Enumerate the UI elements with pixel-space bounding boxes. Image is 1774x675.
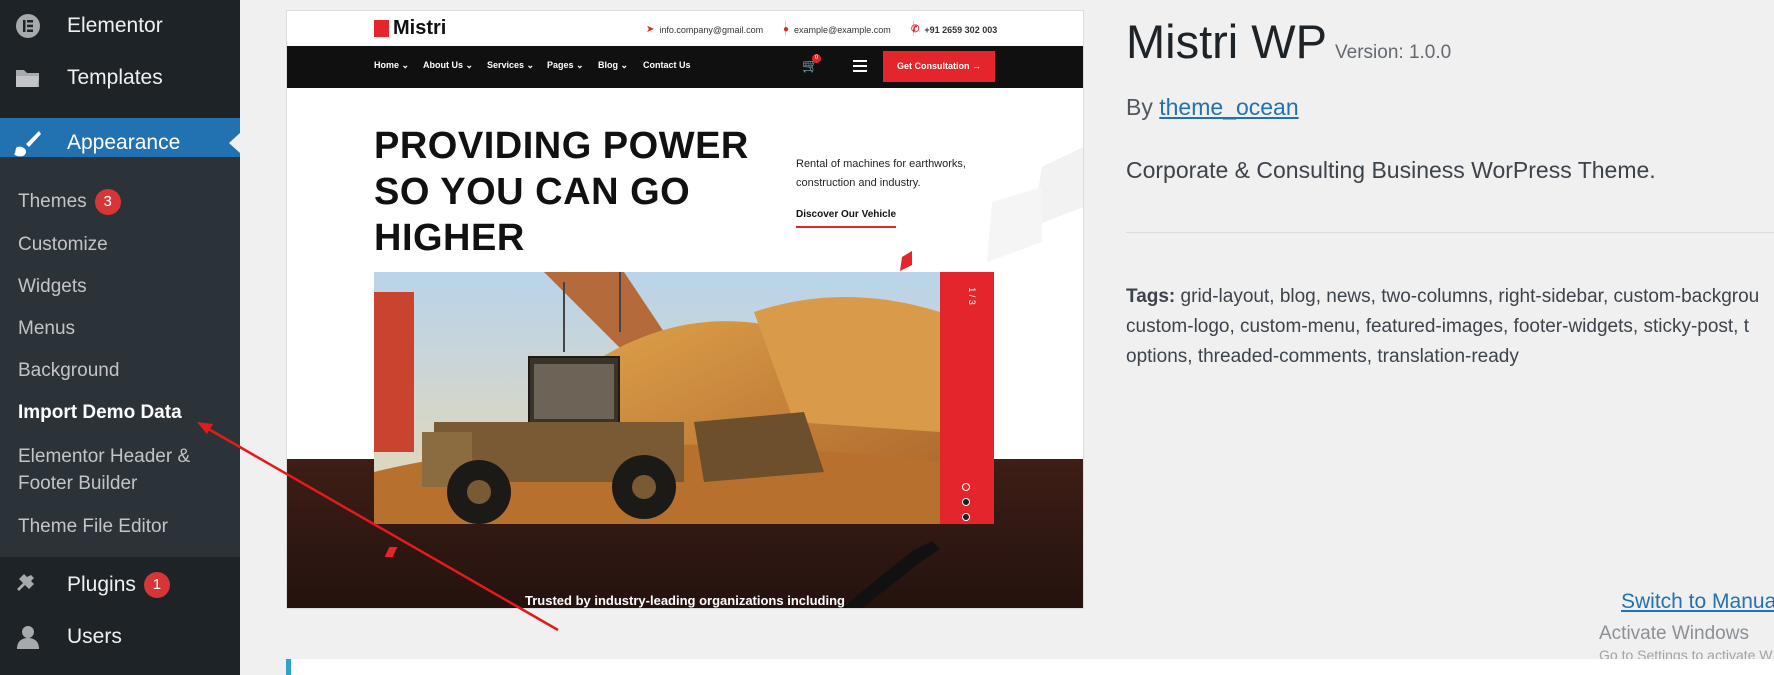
switch-to-manual-link[interactable]: Switch to Manua — [1621, 590, 1774, 614]
submenu-item-elementor-header-footer-builder[interactable]: Elementor Header & Footer Builder — [18, 443, 190, 497]
nav-label: Pages — [547, 60, 574, 70]
menu-item-elementor[interactable]: Elementor — [0, 6, 240, 46]
arrow-right-icon: → — [972, 61, 981, 71]
submenu-item-import-demo-data[interactable]: Import Demo Data — [18, 399, 182, 426]
nav-label: About Us — [423, 60, 463, 70]
preview-email: ➤ info.company@gmail.com — [646, 24, 763, 35]
preview-email-text: info.company@gmail.com — [659, 24, 764, 35]
bottom-notice-panel — [286, 659, 1774, 675]
preview-topbar: Mistri ➤ info.company@gmail.com ● example@… — [287, 11, 1083, 46]
theme-tags: Tags: grid-layout, blog, news, two-colum… — [1126, 282, 1774, 372]
tags-line: grid-layout, blog, news, two-columns, ri… — [1180, 286, 1760, 307]
update-count-badge: 3 — [94, 188, 121, 215]
menu-item-label: Plugins — [67, 573, 136, 596]
nav-label: Home — [374, 60, 400, 70]
preview-location-text: example@example.com — [794, 24, 891, 35]
headline-line: PROVIDING POWER — [374, 125, 749, 167]
theme-description: Corporate & Consulting Business WorPress… — [1126, 157, 1656, 183]
preview-discover-link: Discover Our Vehicle — [796, 209, 897, 228]
preview-phone-text: +91 2659 302 003 — [924, 24, 998, 35]
preview-nav-item: About Us ⌄ — [423, 60, 474, 70]
preview-nav-item: Services ⌄ — [487, 60, 535, 70]
logo-mark-icon — [374, 20, 389, 37]
submenu-item-theme-file-editor[interactable]: Theme File Editor — [18, 513, 168, 540]
slider-dot — [962, 513, 970, 521]
plug-icon — [14, 571, 42, 599]
phone-icon: ✆ — [911, 24, 920, 35]
headline-line: HIGHER — [374, 217, 525, 259]
nav-label: Contact Us — [643, 60, 691, 70]
submenu-item-background[interactable]: Background — [18, 357, 119, 384]
cta-label: Get Consultation — [896, 61, 970, 71]
theme-author-link[interactable]: theme_ocean — [1159, 94, 1298, 120]
slide-counter: 1 / 3 — [966, 287, 977, 305]
menu-item-label: Elementor — [67, 14, 163, 37]
appearance-submenu: Themes 3 Customize Widgets Menus Backgrou… — [0, 157, 240, 557]
submenu-item-label: Themes — [18, 191, 87, 212]
submenu-item-menus[interactable]: Menus — [18, 315, 75, 342]
menu-item-label: Users — [67, 625, 122, 648]
author-prefix: By — [1126, 94, 1153, 120]
elementor-icon — [14, 12, 42, 40]
preview-trusted-text: Trusted by industry-leading organization… — [525, 593, 845, 608]
tags-label: Tags: — [1126, 286, 1176, 307]
nav-label: Services — [487, 60, 525, 70]
nav-label: Blog — [598, 60, 618, 70]
menu-item-templates[interactable]: Templates — [0, 58, 240, 98]
preview-logo: Mistri — [374, 17, 446, 40]
preview-nav-item: Contact Us — [643, 60, 691, 70]
menu-item-label: Appearance — [67, 131, 181, 154]
preview-phone: ✆ +91 2659 302 003 — [911, 24, 997, 35]
preview-location: ● example@example.com — [783, 24, 891, 35]
theme-screenshot: Mistri ➤ info.company@gmail.com ● example@… — [286, 10, 1084, 609]
submenu-item-widgets[interactable]: Widgets — [18, 273, 87, 300]
paintbrush-icon — [14, 129, 42, 157]
divider — [1126, 232, 1774, 233]
theme-name-heading: Mistri WP Version: 1.0.0 — [1126, 14, 1451, 69]
theme-author: By theme_ocean — [1126, 94, 1299, 121]
preview-hero-image — [374, 272, 940, 524]
tags-line: options, threaded-comments, translation-… — [1126, 346, 1519, 367]
update-count-badge: 1 — [143, 572, 170, 598]
preview-headline: PROVIDING POWER SO YOU CAN GO HIGHER — [374, 123, 749, 261]
cart-count-badge: 0 — [812, 54, 821, 63]
preview-nav-item: Home ⌄ — [374, 60, 410, 70]
submenu-item-themes[interactable]: Themes 3 — [18, 188, 121, 215]
menu-item-users[interactable]: Users — [0, 617, 240, 657]
preview-logo-text: Mistri — [393, 17, 447, 39]
admin-sidebar: Elementor Templates Appearance Themes 3 C… — [0, 0, 240, 675]
preview-nav-item: Pages ⌄ — [547, 60, 584, 70]
slider-dot — [962, 498, 970, 506]
preview-navbar: Home ⌄ About Us ⌄ Services ⌄ Pages ⌄ Blo… — [287, 46, 1083, 88]
decorative-shapes — [900, 147, 1083, 271]
activate-windows-watermark: Activate Windows — [1599, 623, 1749, 644]
menu-item-plugins[interactable]: Plugins 1 — [0, 565, 240, 605]
map-pin-icon: ● — [783, 24, 790, 35]
hamburger-icon — [853, 60, 867, 75]
submenu-item-customize[interactable]: Customize — [18, 231, 108, 258]
theme-version: Version: 1.0.0 — [1335, 42, 1452, 63]
send-icon: ➤ — [646, 24, 655, 35]
menu-item-label: Templates — [67, 66, 163, 89]
preview-nav-item: Blog ⌄ — [598, 60, 629, 70]
headline-line: SO YOU CAN GO — [374, 171, 691, 213]
slider-dot — [962, 483, 970, 491]
tags-line: custom-logo, custom-menu, featured-image… — [1126, 316, 1750, 337]
preview-cta-button: Get Consultation → — [883, 51, 995, 82]
theme-name: Mistri WP — [1126, 15, 1328, 68]
folder-icon — [14, 64, 42, 92]
user-icon — [14, 623, 42, 651]
